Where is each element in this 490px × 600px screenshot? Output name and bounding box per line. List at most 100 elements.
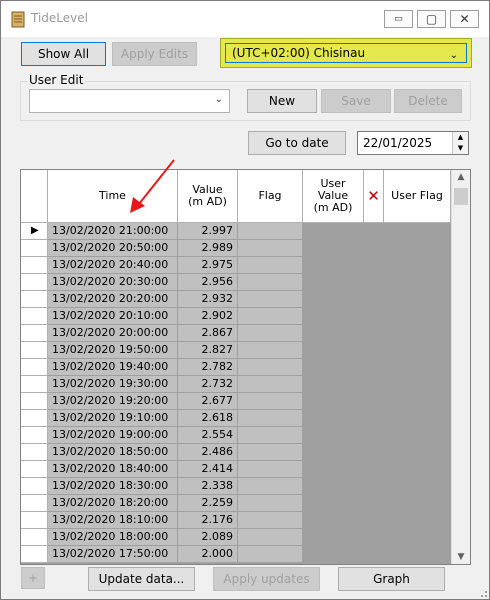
graph-button[interactable]: Graph [338, 567, 445, 591]
table-row[interactable]: 13/02/2020 20:00:00 2.867 [21, 325, 303, 342]
time-cell[interactable]: 13/02/2020 19:50:00 [48, 342, 178, 359]
value-cell[interactable]: 2.338 [178, 478, 238, 495]
table-row[interactable]: 13/02/2020 19:30:00 2.732 [21, 376, 303, 393]
flag-cell[interactable] [238, 359, 303, 376]
row-header[interactable] [21, 342, 48, 359]
time-cell[interactable]: 13/02/2020 18:00:00 [48, 529, 178, 546]
flag-cell[interactable] [238, 461, 303, 478]
row-header[interactable] [21, 274, 48, 291]
timezone-select[interactable]: (UTC+02:00) Chisinau ⌄ [220, 38, 472, 68]
value-cell[interactable]: 2.000 [178, 546, 238, 563]
value-cell[interactable]: 2.486 [178, 444, 238, 461]
data-grid[interactable]: Time Value (m AD) Flag User Value (m AD)… [20, 169, 471, 565]
table-row[interactable]: 13/02/2020 18:40:00 2.414 [21, 461, 303, 478]
row-header[interactable] [21, 308, 48, 325]
scroll-thumb[interactable] [454, 188, 468, 205]
column-header-value[interactable]: Value (m AD) [178, 170, 238, 223]
title-bar[interactable]: TideLevel ▭ ▢ ✕ [1, 1, 489, 37]
table-row[interactable]: 13/02/2020 19:00:00 2.554 [21, 427, 303, 444]
flag-cell[interactable] [238, 478, 303, 495]
flag-cell[interactable] [238, 495, 303, 512]
flag-cell[interactable] [238, 274, 303, 291]
flag-cell[interactable] [238, 427, 303, 444]
row-header[interactable] [21, 325, 48, 342]
maximize-button[interactable]: ▢ [417, 10, 446, 28]
time-cell[interactable]: 13/02/2020 19:20:00 [48, 393, 178, 410]
table-row[interactable]: 13/02/2020 18:50:00 2.486 [21, 444, 303, 461]
time-cell[interactable]: 13/02/2020 18:10:00 [48, 512, 178, 529]
time-cell[interactable]: 13/02/2020 19:40:00 [48, 359, 178, 376]
row-header[interactable] [21, 291, 48, 308]
row-header[interactable] [21, 257, 48, 274]
save-button[interactable]: Save [321, 89, 391, 113]
flag-cell[interactable] [238, 240, 303, 257]
table-row[interactable]: 13/02/2020 18:00:00 2.089 [21, 529, 303, 546]
table-row[interactable]: 13/02/2020 19:50:00 2.827 [21, 342, 303, 359]
flag-cell[interactable] [238, 342, 303, 359]
flag-cell[interactable] [238, 410, 303, 427]
value-cell[interactable]: 2.554 [178, 427, 238, 444]
table-row[interactable]: 13/02/2020 18:10:00 2.176 [21, 512, 303, 529]
row-header[interactable] [21, 376, 48, 393]
flag-cell[interactable] [238, 291, 303, 308]
row-header[interactable] [21, 240, 48, 257]
table-row[interactable]: 13/02/2020 17:50:00 2.000 [21, 546, 303, 563]
table-row[interactable]: ▶ 13/02/2020 21:00:00 2.997 [21, 223, 303, 240]
value-cell[interactable]: 2.997 [178, 223, 238, 240]
value-cell[interactable]: 2.902 [178, 308, 238, 325]
row-header[interactable] [21, 529, 48, 546]
row-header[interactable] [21, 359, 48, 376]
time-cell[interactable]: 13/02/2020 19:00:00 [48, 427, 178, 444]
value-cell[interactable]: 2.989 [178, 240, 238, 257]
table-row[interactable]: 13/02/2020 20:30:00 2.956 [21, 274, 303, 291]
flag-cell[interactable] [238, 325, 303, 342]
row-header[interactable] [21, 512, 48, 529]
apply-edits-button[interactable]: Apply Edits [112, 42, 197, 66]
value-cell[interactable]: 2.618 [178, 410, 238, 427]
row-header[interactable]: ▶ [21, 223, 48, 240]
time-cell[interactable]: 13/02/2020 21:00:00 [48, 223, 178, 240]
time-cell[interactable]: 13/02/2020 19:10:00 [48, 410, 178, 427]
new-button[interactable]: New [247, 89, 317, 113]
table-row[interactable]: 13/02/2020 18:20:00 2.259 [21, 495, 303, 512]
row-header[interactable] [21, 427, 48, 444]
row-header[interactable] [21, 546, 48, 563]
value-cell[interactable]: 2.932 [178, 291, 238, 308]
row-header[interactable] [21, 444, 48, 461]
time-cell[interactable]: 13/02/2020 20:50:00 [48, 240, 178, 257]
table-row[interactable]: 13/02/2020 19:40:00 2.782 [21, 359, 303, 376]
apply-updates-button[interactable]: Apply updates [213, 567, 320, 591]
table-row[interactable]: 13/02/2020 19:10:00 2.618 [21, 410, 303, 427]
value-cell[interactable]: 2.782 [178, 359, 238, 376]
value-cell[interactable]: 2.259 [178, 495, 238, 512]
table-row[interactable]: 13/02/2020 19:20:00 2.677 [21, 393, 303, 410]
table-row[interactable]: 13/02/2020 18:30:00 2.338 [21, 478, 303, 495]
value-cell[interactable]: 2.975 [178, 257, 238, 274]
flag-cell[interactable] [238, 393, 303, 410]
flag-cell[interactable] [238, 223, 303, 240]
table-row[interactable]: 13/02/2020 20:20:00 2.932 [21, 291, 303, 308]
time-cell[interactable]: 13/02/2020 18:40:00 [48, 461, 178, 478]
date-spinner[interactable]: ▲ ▼ [452, 132, 468, 154]
row-header[interactable] [21, 478, 48, 495]
time-cell[interactable]: 13/02/2020 20:20:00 [48, 291, 178, 308]
value-cell[interactable]: 2.176 [178, 512, 238, 529]
spin-up-icon[interactable]: ▲ [453, 132, 468, 143]
flag-cell[interactable] [238, 512, 303, 529]
row-header[interactable] [21, 393, 48, 410]
value-cell[interactable]: 2.414 [178, 461, 238, 478]
table-row[interactable]: 13/02/2020 20:50:00 2.989 [21, 240, 303, 257]
scroll-up-icon[interactable]: ▲ [452, 172, 470, 182]
go-to-date-button[interactable]: Go to date [248, 131, 346, 155]
value-cell[interactable]: 2.956 [178, 274, 238, 291]
time-cell[interactable]: 13/02/2020 17:50:00 [48, 546, 178, 563]
show-all-button[interactable]: Show All [21, 42, 106, 66]
update-data-button[interactable]: Update data... [88, 567, 195, 591]
time-cell[interactable]: 13/02/2020 18:30:00 [48, 478, 178, 495]
resize-grip-icon[interactable] [476, 586, 488, 598]
value-cell[interactable]: 2.677 [178, 393, 238, 410]
add-row-button[interactable]: + [21, 567, 45, 589]
user-edit-select[interactable]: ⌄ [29, 89, 230, 113]
spin-down-icon[interactable]: ▼ [453, 143, 468, 154]
column-header-flag[interactable]: Flag [238, 170, 303, 223]
